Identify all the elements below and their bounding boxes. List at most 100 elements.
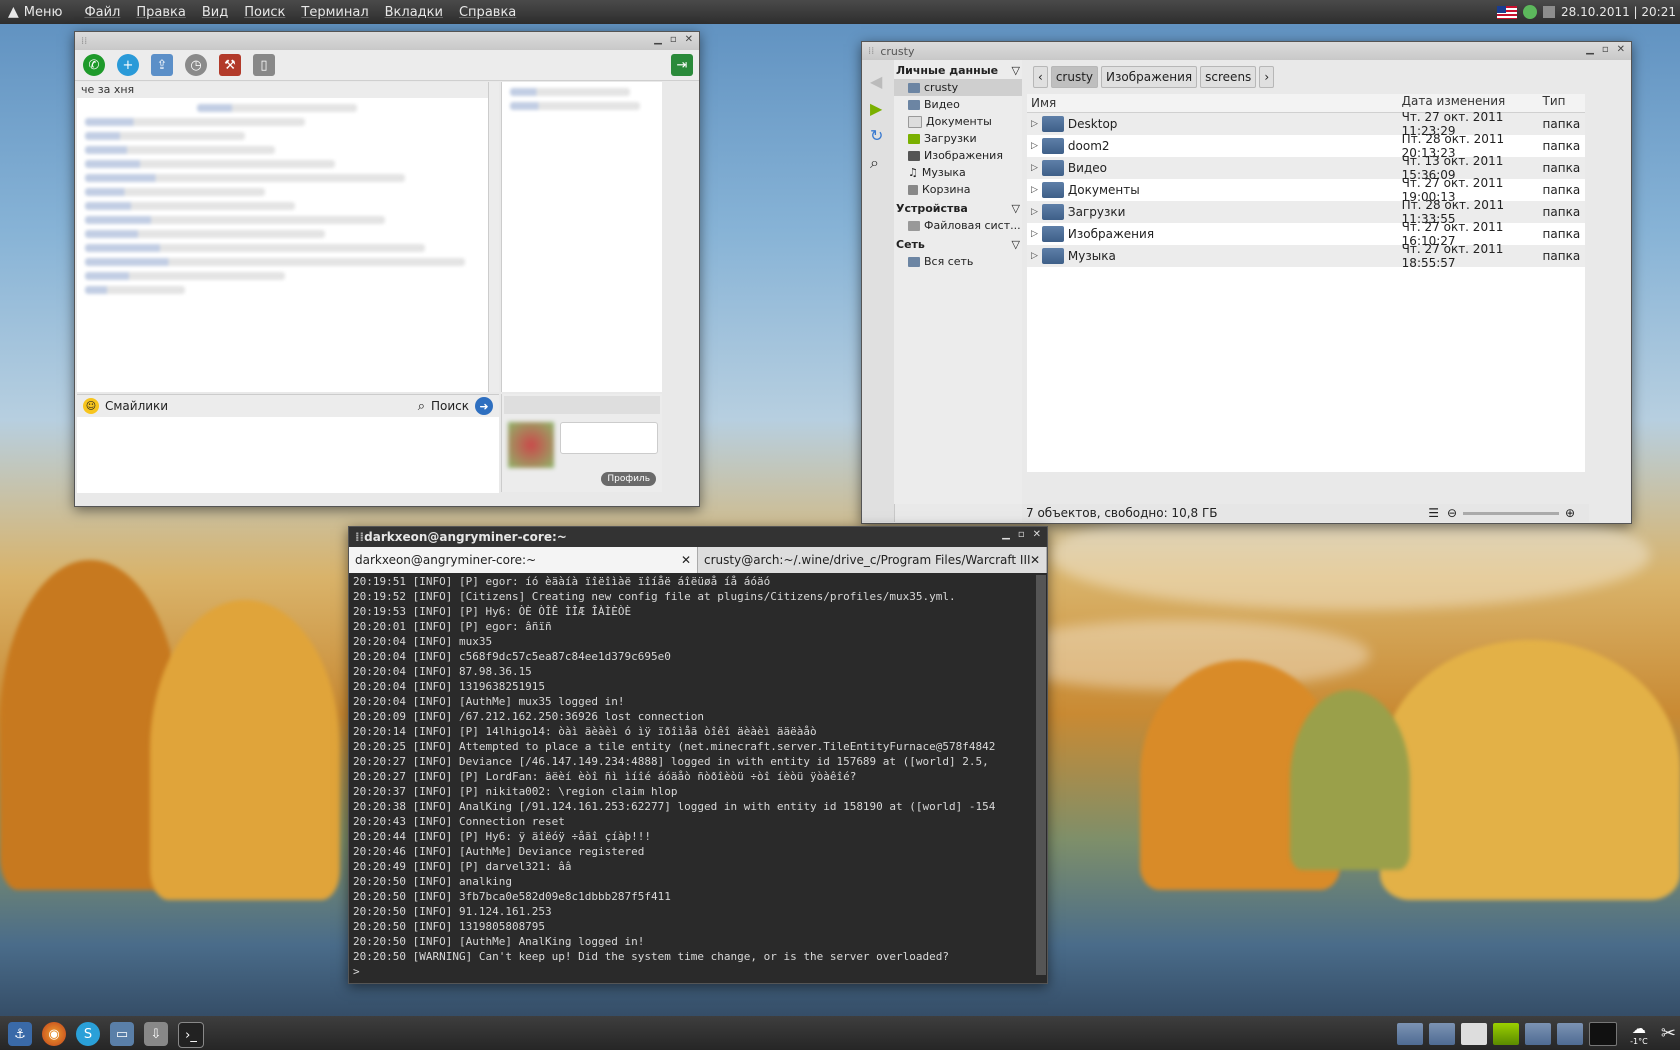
breadcrumb-back-icon[interactable]: ‹ <box>1033 66 1048 88</box>
file-row[interactable]: ▷ Музыка Чт. 27 окт. 2011 18:55:57 папка <box>1027 242 1585 270</box>
send-icon[interactable]: ➜ <box>475 397 493 415</box>
add-contact-icon[interactable]: + <box>117 54 139 76</box>
clock[interactable]: 28.10.2011 | 20:21 <box>1561 5 1676 19</box>
close-icon[interactable]: ✕ <box>685 34 693 45</box>
chat-titlebar[interactable]: ⁞⁞ ▁ ▫ ✕ <box>75 32 699 50</box>
tools-icon[interactable]: ⚒ <box>219 54 241 76</box>
maximize-icon[interactable]: ▫ <box>670 34 677 45</box>
terminal-tab[interactable]: crusty@arch:~/.wine/drive_c/Program File… <box>698 547 1047 573</box>
chat-history[interactable]: че за хня <box>77 82 499 392</box>
firefox-icon[interactable]: ◉ <box>42 1022 66 1046</box>
exit-icon[interactable]: ⇥ <box>671 54 693 76</box>
smiley-icon[interactable]: ☺ <box>83 398 99 414</box>
view-list-icon[interactable]: ☰ <box>1428 506 1439 520</box>
place-documents[interactable]: Документы <box>894 113 1022 130</box>
terminal-titlebar[interactable]: ⁞⁞ darkxeon@angryminer-core:~ ▁ ▫ ✕ <box>349 527 1047 547</box>
collapse-triangle-icon[interactable]: ▽ <box>1012 64 1020 77</box>
menu-terminal[interactable]: Терминал <box>293 5 376 20</box>
minimize-icon[interactable]: ▁ <box>1002 529 1010 540</box>
zoom-out-icon[interactable]: ⊖ <box>1447 506 1457 520</box>
profile-button[interactable]: Профиль <box>601 472 656 486</box>
expander-triangle-icon[interactable]: ▷ <box>1031 185 1038 195</box>
zoom-in-icon[interactable]: ⊕ <box>1565 506 1575 520</box>
chat-participants[interactable] <box>501 82 662 392</box>
breadcrumb-crusty[interactable]: crusty <box>1050 66 1099 88</box>
menu-search[interactable]: Поиск <box>236 5 293 20</box>
call-icon[interactable]: ✆ <box>83 54 105 76</box>
chat-scrollbar[interactable] <box>488 82 499 392</box>
im-status-icon[interactable] <box>1523 5 1538 19</box>
main-menu-button[interactable]: ▲ Меню <box>0 0 76 24</box>
home-folder-icon[interactable] <box>1396 1022 1423 1045</box>
reload-icon[interactable]: ↻ <box>870 126 894 145</box>
book-icon[interactable]: ▯ <box>253 54 275 76</box>
section-personal[interactable]: Личные данные ▽ <box>894 60 1022 79</box>
close-tab-icon[interactable]: ✕ <box>1030 553 1040 567</box>
maximize-icon[interactable]: ▫ <box>1602 44 1609 55</box>
close-icon[interactable]: ✕ <box>1617 44 1625 55</box>
close-icon[interactable]: ✕ <box>1033 529 1041 540</box>
search-button[interactable]: Поиск <box>431 399 469 413</box>
minimize-icon[interactable]: ▁ <box>654 34 662 45</box>
place-images[interactable]: Изображения <box>894 147 1022 164</box>
column-type[interactable]: Тип <box>1543 94 1585 112</box>
column-name[interactable]: Имя <box>1027 94 1398 112</box>
file-manager-task-icon[interactable]: ▭ <box>110 1022 134 1046</box>
search-icon[interactable]: ⌕ <box>870 153 894 173</box>
breadcrumb-images[interactable]: Изображения <box>1101 66 1198 88</box>
maximize-icon[interactable]: ▫ <box>1018 529 1025 540</box>
collapse-triangle-icon[interactable]: ▽ <box>1012 238 1020 251</box>
expander-triangle-icon[interactable]: ▷ <box>1031 163 1038 173</box>
skype-icon[interactable]: S <box>76 1022 100 1046</box>
place-downloads[interactable]: Загрузки <box>894 130 1022 147</box>
expander-triangle-icon[interactable]: ▷ <box>1031 119 1038 129</box>
video-folder-icon[interactable] <box>1428 1022 1455 1045</box>
forward-arrow-icon[interactable]: ▶ <box>870 99 894 118</box>
downloads-task-icon[interactable]: ⇩ <box>144 1022 168 1046</box>
menu-file[interactable]: Файл <box>76 5 128 20</box>
breadcrumb-forward-icon[interactable]: › <box>1259 66 1275 88</box>
magnifier-icon[interactable]: ⌕ <box>418 399 425 414</box>
downloads-folder-icon[interactable] <box>1492 1022 1519 1045</box>
place-network[interactable]: Вся сеть <box>894 253 1022 270</box>
network-icon[interactable] <box>1543 6 1556 18</box>
music-folder-icon[interactable] <box>1556 1022 1583 1045</box>
monitor-icon[interactable] <box>1588 1021 1617 1046</box>
scissors-icon[interactable]: ✂ <box>1661 1023 1676 1044</box>
documents-folder-icon[interactable] <box>1460 1022 1487 1045</box>
place-video[interactable]: Видео <box>894 96 1022 113</box>
keyboard-layout-flag-icon[interactable] <box>1497 5 1518 19</box>
expander-triangle-icon[interactable]: ▷ <box>1031 207 1038 217</box>
history-icon[interactable]: ◷ <box>185 54 207 76</box>
minimize-icon[interactable]: ▁ <box>1586 44 1594 55</box>
breadcrumb-screens[interactable]: screens <box>1200 66 1257 88</box>
terminal-tab[interactable]: darkxeon@angryminer-core:~ ✕ <box>349 547 698 573</box>
terminal-scrollbar[interactable] <box>1036 575 1046 975</box>
expander-triangle-icon[interactable]: ▷ <box>1031 251 1038 261</box>
menu-tabs[interactable]: Вкладки <box>377 5 451 20</box>
menu-help[interactable]: Справка <box>451 5 524 20</box>
collapse-triangle-icon[interactable]: ▽ <box>1012 202 1020 215</box>
status-input[interactable] <box>560 422 658 454</box>
smileys-button[interactable]: Смайлики <box>105 399 168 413</box>
close-tab-icon[interactable]: ✕ <box>681 553 691 567</box>
place-crusty[interactable]: crusty <box>894 79 1022 96</box>
place-trash[interactable]: Корзина <box>894 181 1022 198</box>
menu-edit[interactable]: Правка <box>128 5 193 20</box>
back-arrow-icon[interactable]: ◀ <box>870 72 894 91</box>
zoom-slider[interactable] <box>1463 512 1559 515</box>
section-network[interactable]: Сеть ▽ <box>894 234 1022 253</box>
message-input[interactable] <box>77 417 499 491</box>
anchor-launcher-icon[interactable]: ⚓ <box>8 1022 32 1046</box>
expander-triangle-icon[interactable]: ▷ <box>1031 229 1038 239</box>
terminal-task-icon[interactable]: ›_ <box>178 1022 204 1048</box>
expander-triangle-icon[interactable]: ▷ <box>1031 141 1038 151</box>
weather-widget[interactable]: ☁ -1°C <box>1623 1021 1655 1046</box>
place-filesystem[interactable]: Файловая сист... <box>894 217 1022 234</box>
images-folder-icon[interactable] <box>1524 1022 1551 1045</box>
menu-view[interactable]: Вид <box>194 5 236 20</box>
section-devices[interactable]: Устройства ▽ <box>894 198 1022 217</box>
send-file-icon[interactable]: ⇪ <box>151 54 173 76</box>
fm-titlebar[interactable]: ⁞⁞ crusty ▁ ▫ ✕ <box>862 42 1631 60</box>
terminal-output[interactable]: 20:19:51 [INFO] [P] egor: íó èäàíà ïîëîì… <box>349 573 1047 975</box>
